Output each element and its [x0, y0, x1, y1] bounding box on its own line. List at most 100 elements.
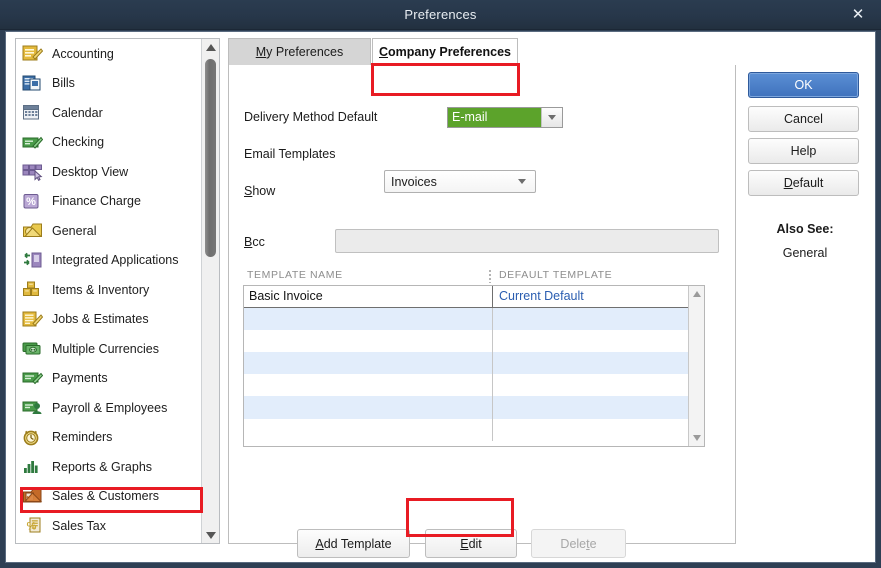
sidebar-item-label: Multiple Currencies	[52, 341, 159, 356]
ok-button[interactable]: OK	[748, 72, 859, 98]
templates-table: Basic Invoice Current Default	[243, 285, 705, 447]
email-templates-label: Email Templates	[244, 147, 336, 161]
sidebar-item-sales-customers[interactable]: Sales & Customers	[16, 482, 202, 512]
sidebar-item-label: Reports & Graphs	[52, 459, 153, 474]
show-dropdown[interactable]: Invoices	[384, 170, 536, 193]
also-see-label: Also See:	[776, 222, 834, 236]
delivery-method-label: Delivery Method Default	[244, 110, 378, 124]
sidebar-scroll-thumb[interactable]	[205, 59, 216, 257]
sidebar-item-checking[interactable]: Checking	[16, 128, 202, 158]
dialog-actions-rail: OK Cancel Help Default Also See: General	[746, 38, 870, 544]
sidebar-item-jobs-estimates[interactable]: Jobs & Estimates	[16, 305, 202, 335]
jobs-estimates-icon	[22, 310, 43, 329]
sidebar-item-label: Jobs & Estimates	[52, 312, 149, 327]
bcc-input[interactable]	[335, 229, 719, 253]
chevron-down-icon[interactable]	[509, 179, 535, 184]
delete-label: Delete	[560, 536, 597, 551]
sidebar-item-items-inventory[interactable]: Items & Inventory	[16, 275, 202, 305]
sidebar-item-multiple-currencies[interactable]: Multiple Currencies	[16, 334, 202, 364]
table-row[interactable]	[244, 374, 704, 397]
table-row[interactable]	[244, 396, 704, 419]
cancel-label: Cancel	[784, 112, 823, 126]
sidebar-scroll-up-icon[interactable]	[202, 39, 219, 55]
sidebar-item-label: General	[52, 223, 97, 238]
sidebar-item-label: Desktop View	[52, 164, 129, 179]
sidebar-item-calendar[interactable]: Calendar	[16, 98, 202, 128]
sidebar-item-integrated-applications[interactable]: Integrated Applications	[16, 246, 202, 276]
general-icon	[22, 221, 43, 240]
sidebar-item-label: Bills	[52, 76, 75, 91]
sidebar-item-label: Accounting	[52, 46, 114, 61]
sales-customers-icon	[22, 487, 43, 506]
tab-strip: My Preferences Company Preferences	[228, 38, 736, 66]
sidebar-item-accounting[interactable]: Accounting	[16, 39, 202, 69]
preferences-window: Preferences ✕ Accounting Bills Calendar Che…	[0, 0, 881, 568]
sidebar-item-label: Checking	[52, 135, 105, 150]
sidebar-item-label: Payments	[52, 371, 108, 386]
tab-my-preferences[interactable]: My Preferences	[228, 38, 371, 66]
sidebar-item-search[interactable]: Search	[16, 541, 202, 544]
window-title: Preferences	[404, 7, 477, 22]
edit-label: Edit	[460, 536, 482, 551]
templates-table-body: Basic Invoice Current Default	[244, 286, 704, 441]
sidebar-item-label: Items & Inventory	[52, 282, 150, 297]
sidebar-item-label: Calendar	[52, 105, 103, 120]
cell-default-template	[493, 308, 704, 330]
templates-table-header: TEMPLATE NAME DEFAULT TEMPLATE	[243, 269, 705, 285]
sidebar-item-label: Reminders	[52, 430, 113, 445]
close-icon[interactable]: ✕	[845, 0, 871, 30]
sidebar-item-desktop-view[interactable]: Desktop View	[16, 157, 202, 187]
cell-template-name	[244, 418, 493, 441]
chevron-down-icon[interactable]	[541, 108, 562, 127]
sidebar-item-bills[interactable]: Bills	[16, 69, 202, 99]
edit-button[interactable]: Edit	[425, 529, 517, 558]
help-button[interactable]: Help	[748, 138, 859, 164]
dialog-body: Accounting Bills Calendar Checking Desktop V…	[5, 31, 876, 563]
reminders-icon	[22, 428, 43, 447]
default-button[interactable]: Default	[748, 170, 859, 196]
column-resize-handle[interactable]	[489, 270, 491, 283]
default-label: Default	[783, 176, 824, 190]
sidebar-item-sales-tax[interactable]: % Sales Tax	[16, 511, 202, 541]
sidebar-item-reminders[interactable]: Reminders	[16, 423, 202, 453]
show-label: Show	[244, 184, 276, 198]
bcc-label: Bcc	[244, 235, 265, 249]
delivery-method-dropdown[interactable]: E-mail	[447, 107, 563, 128]
title-bar: Preferences ✕	[0, 0, 881, 30]
company-preferences-panel: Delivery Method Default E-mail Email Tem…	[228, 65, 736, 558]
sidebar-item-payments[interactable]: Payments	[16, 364, 202, 394]
show-value: Invoices	[391, 174, 437, 189]
sidebar-list: Accounting Bills Calendar Checking Desktop V…	[16, 39, 202, 543]
sidebar-item-payroll-employees[interactable]: Payroll & Employees	[16, 393, 202, 423]
tab-company-preferences-label: Company Preferences	[378, 45, 511, 59]
sidebar-item-label: Sales & Customers	[52, 489, 159, 504]
sidebar-item-finance-charge[interactable]: % Finance Charge	[16, 187, 202, 217]
cancel-button[interactable]: Cancel	[748, 106, 859, 132]
table-row[interactable]: Basic Invoice Current Default	[244, 286, 704, 309]
sidebar-scroll-down-icon[interactable]	[202, 527, 219, 543]
multiple-currencies-icon	[22, 339, 43, 358]
add-template-button[interactable]: Add Template	[297, 529, 410, 558]
tab-my-preferences-label: My Preferences	[255, 45, 344, 59]
templates-table-scrollbar[interactable]	[688, 286, 704, 446]
table-row[interactable]	[244, 330, 704, 353]
sales-tax-icon: %	[22, 516, 43, 535]
cell-template-name	[244, 308, 493, 331]
tab-company-preferences[interactable]: Company Preferences	[372, 38, 518, 66]
table-scroll-up-icon[interactable]	[689, 286, 704, 302]
sidebar-item-reports-graphs[interactable]: Reports & Graphs	[16, 452, 202, 482]
also-see-general-link[interactable]: General	[746, 246, 864, 260]
integrated-applications-icon	[22, 251, 43, 270]
table-scroll-down-icon[interactable]	[689, 430, 704, 446]
cell-template-name	[244, 374, 493, 397]
cell-template-name	[244, 330, 493, 353]
cell-template-name: Basic Invoice	[244, 286, 493, 308]
table-row[interactable]	[244, 418, 704, 441]
sidebar-scrollbar[interactable]	[201, 39, 219, 543]
table-row[interactable]	[244, 308, 704, 331]
sidebar-item-general[interactable]: General	[16, 216, 202, 246]
delete-button: Delete	[531, 529, 626, 558]
table-row[interactable]	[244, 352, 704, 375]
sidebar-item-label: Sales Tax	[52, 518, 106, 533]
accounting-icon	[22, 44, 43, 63]
